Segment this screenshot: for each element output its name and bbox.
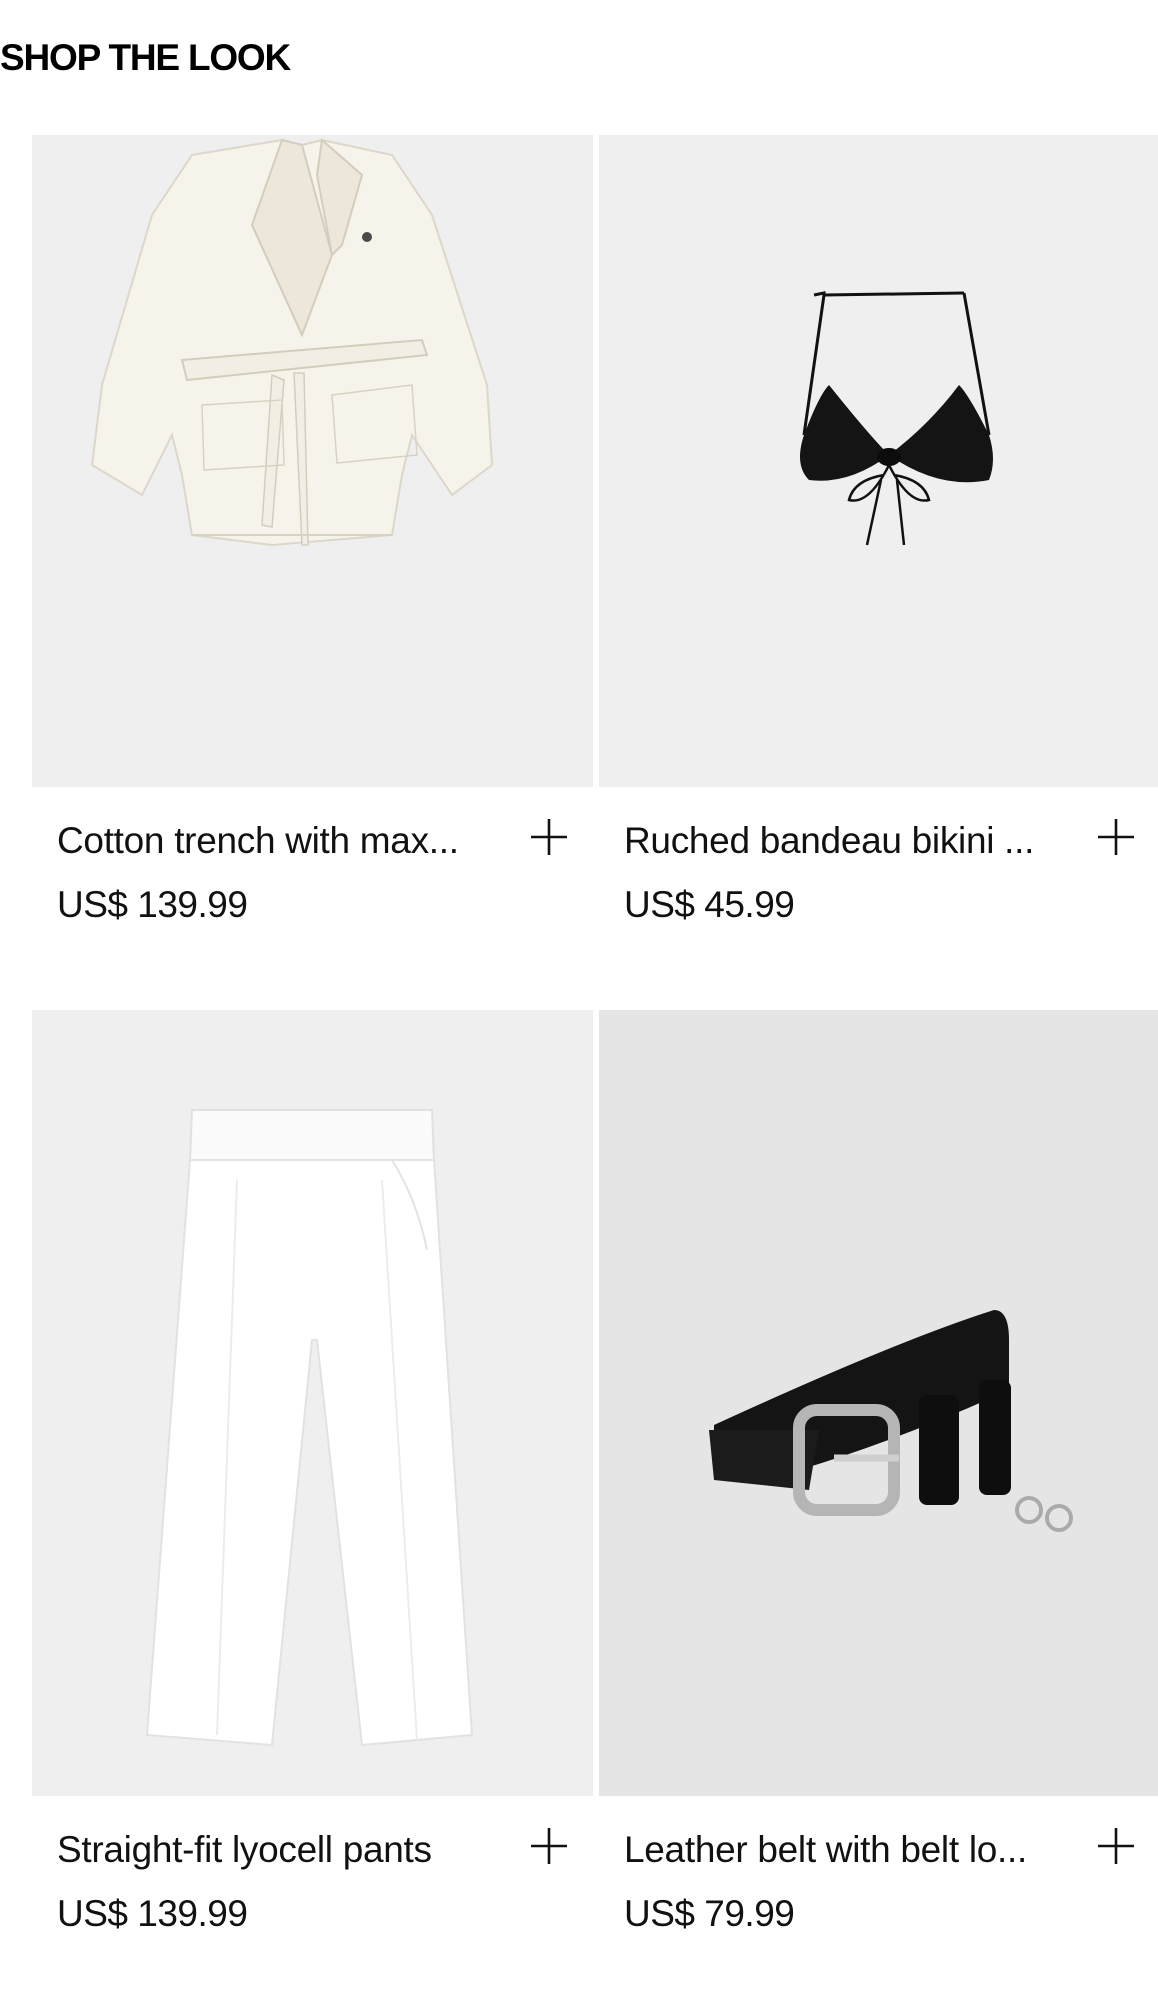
product-image-belt[interactable] [599, 1010, 1158, 1796]
product-name[interactable]: Ruched bandeau bikini ... [624, 817, 1069, 865]
product-info: Ruched bandeau bikini ... US$ 45.99 [599, 787, 1158, 987]
bikini-top-illustration [599, 135, 1158, 787]
product-image-pants[interactable] [32, 1010, 593, 1796]
plus-icon [1098, 1828, 1134, 1864]
section-title: SHOP THE LOOK [0, 37, 291, 78]
add-to-bag-button[interactable] [527, 1824, 571, 1868]
trench-jacket-illustration [32, 135, 593, 787]
product-info: Straight-fit lyocell pants US$ 139.99 [32, 1796, 593, 1996]
product-price: US$ 139.99 [57, 884, 248, 925]
product-card-bikini[interactable]: Ruched bandeau bikini ... US$ 45.99 [599, 135, 1158, 987]
belt-illustration [599, 1010, 1158, 1796]
plus-icon [1098, 819, 1134, 855]
plus-icon [531, 1828, 567, 1864]
product-name[interactable]: Straight-fit lyocell pants [57, 1826, 502, 1874]
product-name[interactable]: Cotton trench with max... [57, 817, 502, 865]
product-card-pants[interactable]: Straight-fit lyocell pants US$ 139.99 [32, 1010, 593, 1996]
product-image-bikini[interactable] [599, 135, 1158, 787]
pants-illustration [32, 1010, 593, 1796]
plus-icon [531, 819, 567, 855]
product-price: US$ 45.99 [624, 884, 795, 925]
product-card-cotton-trench[interactable]: Cotton trench with max... US$ 139.99 [32, 135, 593, 987]
product-name[interactable]: Leather belt with belt lo... [624, 1826, 1069, 1874]
product-info: Cotton trench with max... US$ 139.99 [32, 787, 593, 987]
product-price: US$ 79.99 [624, 1893, 795, 1934]
product-card-belt[interactable]: Leather belt with belt lo... US$ 79.99 [599, 1010, 1158, 1996]
product-info: Leather belt with belt lo... US$ 79.99 [599, 1796, 1158, 1996]
add-to-bag-button[interactable] [1094, 815, 1138, 859]
add-to-bag-button[interactable] [1094, 1824, 1138, 1868]
add-to-bag-button[interactable] [527, 815, 571, 859]
product-image-trench[interactable] [32, 135, 593, 787]
product-price: US$ 139.99 [57, 1893, 248, 1934]
